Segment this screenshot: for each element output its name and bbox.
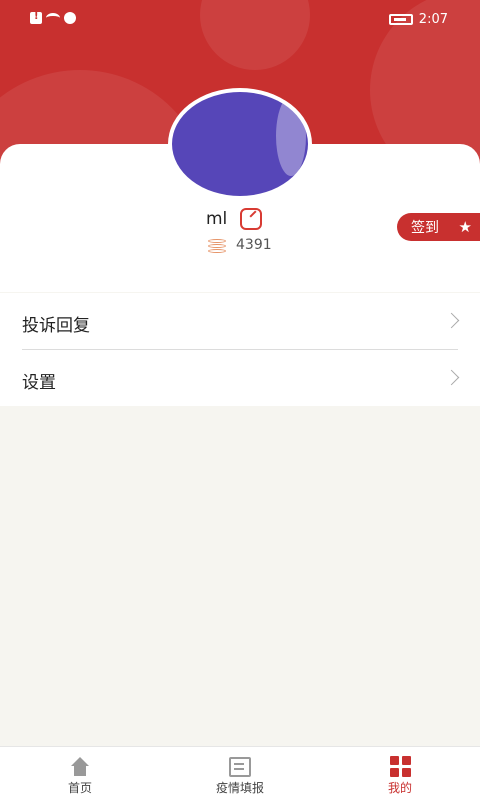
- status-time: 2:07: [418, 12, 448, 27]
- form-edit-icon: [229, 757, 251, 777]
- tab-epidemic-report[interactable]: 疫情填报: [180, 747, 300, 800]
- tab-label: 首页: [67, 781, 92, 795]
- alert-icon: [30, 11, 42, 24]
- menu-item-settings[interactable]: 设置: [0, 350, 480, 406]
- menu-item-label: 投诉回复: [22, 316, 90, 336]
- tab-mine[interactable]: 我的: [340, 747, 460, 800]
- sign-in-label: 签到: [411, 220, 439, 236]
- tab-home[interactable]: 首页: [20, 747, 140, 800]
- edit-profile-icon[interactable]: [240, 208, 262, 230]
- chevron-right-icon: [443, 312, 460, 329]
- avatar[interactable]: [168, 88, 312, 200]
- tab-label: 疫情填报: [215, 781, 264, 795]
- status-icons-left: [30, 11, 76, 24]
- avatar-highlight: [276, 96, 306, 176]
- status-icons-right: 2:07: [388, 12, 448, 27]
- chevron-right-icon: [443, 369, 460, 386]
- tab-label: 我的: [387, 781, 412, 795]
- menu-item-complaint-reply[interactable]: 投诉回复: [0, 293, 480, 350]
- bottom-tab-bar: 首页 疫情填报 我的: [0, 746, 480, 800]
- menu-item-label: 设置: [22, 373, 56, 393]
- home-icon: [69, 757, 91, 777]
- star-icon: ★: [458, 218, 472, 236]
- status-bar: 2:07: [0, 0, 480, 40]
- settings-menu: 投诉回复 设置: [0, 293, 480, 406]
- grid-icon: [389, 756, 411, 777]
- sign-in-button[interactable]: 签到 ★: [397, 213, 480, 241]
- points-value: 4391: [236, 237, 272, 253]
- notification-icon: [64, 12, 76, 24]
- wifi-icon: [46, 13, 60, 23]
- username: ml: [206, 209, 228, 229]
- coins-icon: [208, 239, 226, 255]
- battery-icon: [388, 14, 413, 25]
